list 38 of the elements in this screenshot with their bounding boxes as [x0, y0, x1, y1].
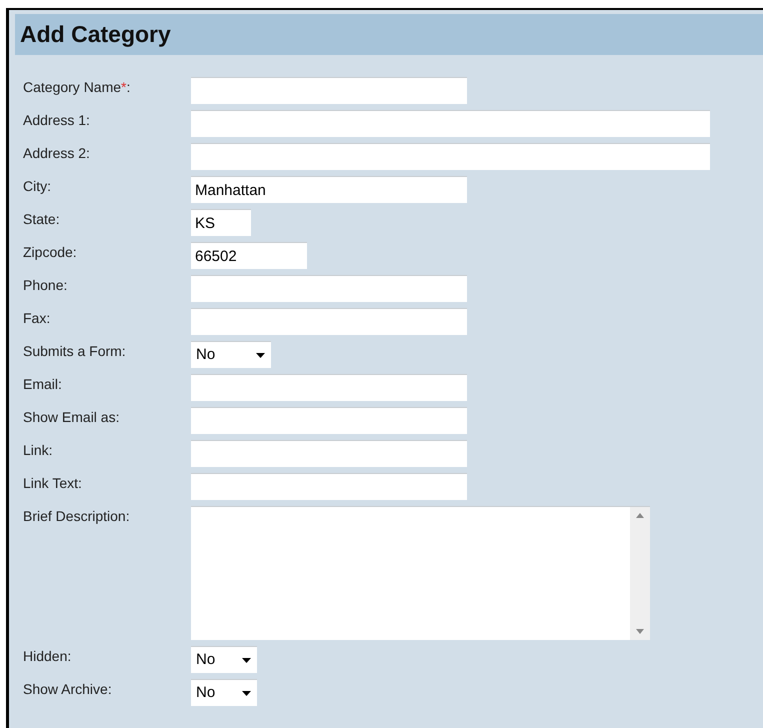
field-label: Submits a Form: [23, 342, 127, 360]
field-label: Fax: [23, 309, 52, 327]
text-field[interactable]: KS [191, 209, 251, 236]
text-field[interactable] [191, 308, 467, 335]
text-field[interactable]: Manhattan [191, 176, 467, 203]
field-label: Show Email as: [23, 408, 120, 426]
scroll-up-icon[interactable] [636, 513, 644, 518]
caret-icon [242, 658, 251, 662]
caret-icon [242, 690, 251, 696]
field-label: Category Name*: [23, 78, 132, 96]
scrollbar[interactable] [630, 507, 650, 640]
field-label: State: [23, 210, 61, 228]
scroll-down-icon[interactable] [636, 629, 644, 634]
text-field[interactable] [191, 374, 467, 401]
field-label: Address 1: [23, 111, 91, 129]
caret-icon [256, 352, 265, 358]
field-label: Link Text: [23, 474, 83, 492]
field-label: Phone: [23, 276, 68, 294]
dropdown[interactable]: No [191, 679, 257, 706]
dropdown[interactable]: No [191, 341, 271, 368]
field-label: City: [23, 177, 52, 195]
field-label: Brief Description: [23, 507, 131, 525]
text-field[interactable] [191, 473, 467, 500]
dropdown[interactable]: No [191, 646, 257, 673]
text-field[interactable] [191, 143, 710, 170]
form-title: Add Category [15, 14, 763, 55]
field-label: Zipcode: [23, 243, 78, 261]
text-field[interactable] [191, 440, 467, 467]
field-label: Email: [23, 375, 63, 393]
text-field[interactable]: 66502 [191, 242, 307, 269]
field-label: Hidden: [23, 647, 72, 665]
text-field[interactable] [191, 77, 467, 104]
field-label: Link: [23, 441, 54, 459]
text-field[interactable] [191, 407, 467, 434]
text-field[interactable] [191, 275, 467, 302]
field-label: Show Archive: [23, 680, 113, 698]
field-label: Address 2: [23, 144, 91, 162]
text-field[interactable] [191, 110, 710, 137]
